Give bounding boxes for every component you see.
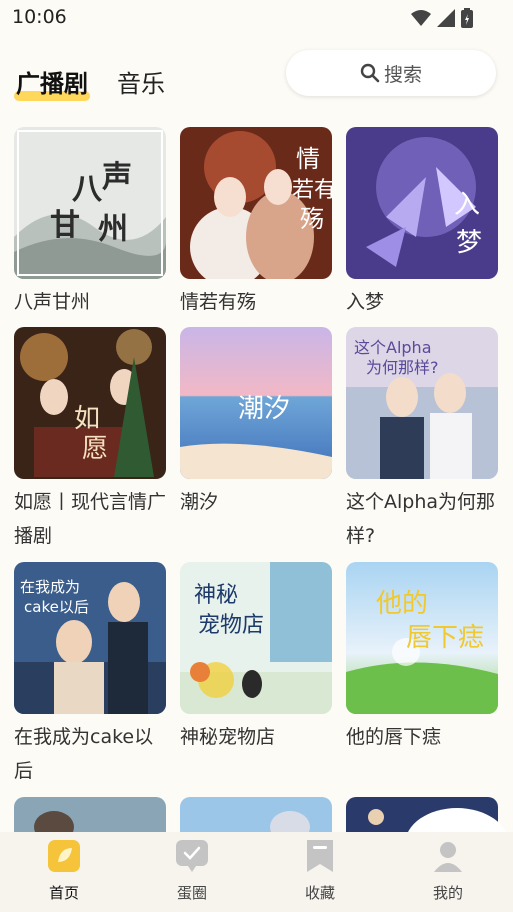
drama-card[interactable]: 情 若有 殇 情若有殇 xyxy=(180,127,332,319)
nav-item-favorites[interactable]: 收藏 xyxy=(256,832,384,912)
drama-card[interactable] xyxy=(180,797,332,833)
svg-text:为何那样?: 为何那样? xyxy=(366,358,439,377)
nav-label: 收藏 xyxy=(304,884,335,902)
drama-cover: 情 若有 殇 xyxy=(180,127,332,279)
drama-card[interactable] xyxy=(14,797,166,833)
tab-music[interactable]: 音乐 xyxy=(117,64,165,99)
svg-text:殇: 殇 xyxy=(300,205,324,233)
drama-cover xyxy=(180,797,332,833)
drama-cover xyxy=(14,797,166,833)
svg-text:梦: 梦 xyxy=(456,228,482,258)
search-label: 搜索 xyxy=(383,63,422,86)
battery-icon xyxy=(461,8,473,28)
svg-text:八: 八 xyxy=(72,172,103,207)
svg-text:若有: 若有 xyxy=(292,178,332,203)
search-icon xyxy=(360,63,380,83)
signal-icon xyxy=(437,9,455,27)
drama-card[interactable]: 入 梦 入梦 xyxy=(346,127,498,319)
svg-text:宠物店: 宠物店 xyxy=(198,613,264,638)
svg-text:这个Alpha: 这个Alpha xyxy=(354,338,432,357)
drama-title: 神秘宠物店 xyxy=(180,726,276,748)
svg-text:他的: 他的 xyxy=(376,589,428,619)
svg-text:cake以后: cake以后 xyxy=(24,598,89,616)
svg-text:潮汐: 潮汐 xyxy=(238,394,290,424)
drama-title: 这个Alpha为何那样? xyxy=(346,491,496,547)
home-icon xyxy=(48,840,80,872)
drama-cover: 八 声 甘 州 xyxy=(14,127,166,279)
drama-cover: 神秘 宠物店 xyxy=(180,562,332,714)
drama-cover: 他的 唇下痣 xyxy=(346,562,498,714)
nav-item-circle[interactable]: 蛋圈 xyxy=(128,832,256,912)
nav-label: 蛋圈 xyxy=(176,884,207,902)
drama-card[interactable]: 潮汐 潮汐 xyxy=(180,327,332,519)
drama-title: 在我成为cake以后 xyxy=(14,726,154,782)
svg-text:如: 如 xyxy=(74,404,100,434)
tab-radio-drama[interactable]: 广播剧 xyxy=(14,64,90,101)
drama-card[interactable]: 他的 唇下痣 他的唇下痣 xyxy=(346,562,498,754)
nav-item-home[interactable]: 首页 xyxy=(0,832,128,912)
drama-cover: 如 愿 xyxy=(14,327,166,479)
drama-cover: 这个Alpha 为何那样? xyxy=(346,327,498,479)
drama-card[interactable]: 神秘 宠物店 神秘宠物店 xyxy=(180,562,332,754)
tab-label: 广播剧 xyxy=(16,70,88,98)
drama-cover: 潮汐 xyxy=(180,327,332,479)
svg-text:入: 入 xyxy=(454,190,480,220)
nav-label: 我的 xyxy=(432,884,463,902)
drama-card[interactable]: 八 声 甘 州 八声甘州 xyxy=(14,127,166,319)
svg-text:声: 声 xyxy=(102,160,132,195)
drama-card[interactable]: 如 愿 如愿丨现代言情广播剧 xyxy=(14,327,166,553)
svg-text:州: 州 xyxy=(98,212,128,247)
header: 广播剧 音乐 搜索 xyxy=(0,40,513,110)
drama-card[interactable]: 在我成为 cake以后 在我成为cake以后 xyxy=(14,562,166,788)
drama-title: 他的唇下痣 xyxy=(346,726,442,748)
svg-text:唇下痣: 唇下痣 xyxy=(406,623,484,653)
search-box[interactable]: 搜索 xyxy=(286,50,496,96)
tab-label: 音乐 xyxy=(117,70,165,98)
profile-icon xyxy=(434,842,462,872)
svg-text:情: 情 xyxy=(296,145,320,173)
svg-text:在我成为: 在我成为 xyxy=(20,578,80,596)
bottom-nav: 首页 蛋圈 收藏 我的 xyxy=(0,832,513,912)
status-icons xyxy=(411,8,473,28)
drama-title: 如愿丨现代言情广播剧 xyxy=(14,491,167,547)
drama-cover: 入 梦 xyxy=(346,127,498,279)
chat-icon xyxy=(176,840,208,872)
drama-title: 八声甘州 xyxy=(14,291,91,313)
drama-title: 潮汐 xyxy=(180,491,219,513)
drama-card[interactable]: 这个Alpha 为何那样? 这个Alpha为何那样? xyxy=(346,327,498,553)
svg-text:甘: 甘 xyxy=(50,208,80,243)
wifi-icon xyxy=(411,10,431,26)
svg-text:愿: 愿 xyxy=(82,434,108,464)
drama-title: 入梦 xyxy=(346,291,385,313)
svg-text:神秘: 神秘 xyxy=(194,583,238,608)
bookmark-icon xyxy=(307,840,333,872)
nav-label: 首页 xyxy=(48,884,79,902)
nav-item-profile[interactable]: 我的 xyxy=(384,832,512,912)
drama-cover: 在我成为 cake以后 xyxy=(14,562,166,714)
drama-title: 情若有殇 xyxy=(180,291,257,313)
status-bar: 10:06 xyxy=(0,0,513,36)
status-time: 10:06 xyxy=(12,6,67,28)
